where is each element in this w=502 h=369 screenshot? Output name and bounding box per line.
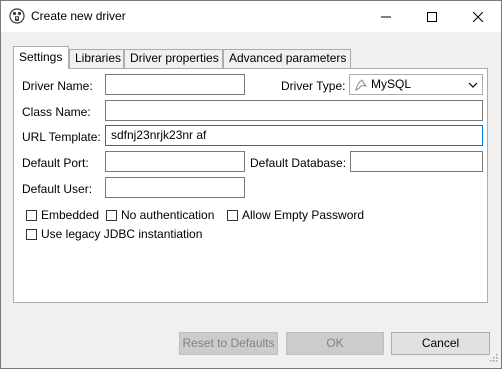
url-template-field[interactable]: sdfnj23nrjk23nr af	[105, 125, 483, 146]
close-icon	[473, 11, 483, 22]
tab-settings[interactable]: Settings	[13, 46, 69, 69]
embedded-checkbox[interactable]: Embedded	[26, 208, 99, 222]
driver-name-label: Driver Name:	[22, 79, 93, 93]
reset-to-defaults-button[interactable]: Reset to Defaults	[179, 332, 278, 355]
chevron-down-icon	[468, 79, 478, 93]
driver-name-field[interactable]	[105, 74, 245, 95]
minimize-button[interactable]	[363, 1, 409, 32]
tab-driver-properties[interactable]: Driver properties	[124, 49, 223, 68]
url-template-label: URL Template:	[22, 130, 101, 144]
title-bar[interactable]: Create new driver	[1, 1, 501, 32]
allow-empty-password-checkbox[interactable]: Allow Empty Password	[227, 208, 364, 222]
checkbox-box[interactable]	[227, 209, 238, 221]
window-title: Create new driver	[31, 9, 126, 23]
create-driver-dialog: Create new driver Settings Libraries Dri…	[0, 0, 502, 369]
settings-panel: Driver Name: Driver Type: MySQL Class Na…	[13, 68, 488, 303]
cancel-button[interactable]: Cancel	[391, 332, 490, 355]
allow-empty-password-label: Allow Empty Password	[242, 208, 365, 222]
default-user-field[interactable]	[105, 177, 245, 198]
default-database-field[interactable]	[350, 151, 483, 172]
legacy-jdbc-label: Use legacy JDBC instantiation	[41, 227, 203, 241]
class-name-field[interactable]	[105, 100, 483, 121]
ok-button[interactable]: OK	[286, 332, 384, 355]
tab-libraries[interactable]: Libraries	[69, 49, 124, 68]
minimize-icon	[381, 12, 391, 22]
driver-type-select[interactable]: MySQL	[349, 74, 483, 95]
close-button[interactable]	[455, 1, 501, 32]
no-authentication-label: No authentication	[121, 208, 215, 222]
maximize-button[interactable]	[409, 1, 455, 32]
dbeaver-beaver-icon	[9, 8, 25, 24]
default-port-label: Default Port:	[22, 156, 89, 170]
legacy-jdbc-checkbox[interactable]: Use legacy JDBC instantiation	[26, 227, 202, 241]
maximize-icon	[427, 11, 437, 22]
tab-advanced-parameters[interactable]: Advanced parameters	[223, 49, 351, 68]
default-port-field[interactable]	[105, 151, 245, 172]
checkbox-box[interactable]	[26, 228, 37, 240]
checkbox-box[interactable]	[26, 209, 37, 221]
checkbox-box[interactable]	[106, 209, 117, 221]
embedded-label: Embedded	[41, 208, 100, 222]
no-authentication-checkbox[interactable]: No authentication	[106, 208, 214, 222]
default-database-label: Default Database:	[250, 156, 347, 170]
driver-type-value: MySQL	[371, 77, 412, 91]
resize-grip-icon[interactable]	[488, 351, 498, 365]
driver-type-label: Driver Type:	[281, 79, 346, 93]
default-user-label: Default User:	[22, 182, 93, 196]
class-name-label: Class Name:	[22, 105, 91, 119]
mysql-dolphin-icon	[354, 78, 368, 92]
